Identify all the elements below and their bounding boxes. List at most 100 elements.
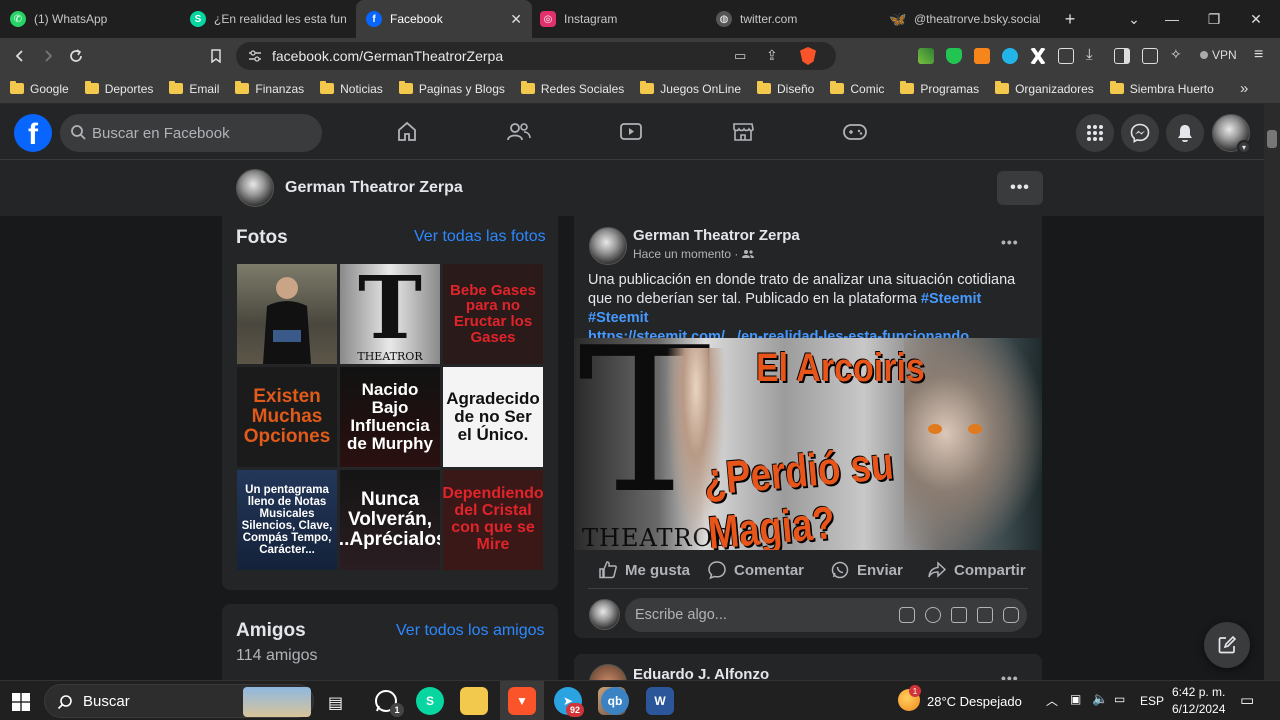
bookmark-programas[interactable]: Programas <box>900 81 979 96</box>
photo-thumbnail[interactable] <box>237 264 337 364</box>
back-button[interactable] <box>8 44 32 68</box>
tab-steemit[interactable]: S ¿En realidad les esta funcio <box>180 0 356 38</box>
reload-button[interactable] <box>64 44 88 68</box>
see-all-photos-link[interactable]: Ver todas las fotos <box>414 228 546 246</box>
taskbar-word[interactable]: W <box>646 687 674 715</box>
facebook-search-input[interactable]: Buscar en Facebook <box>60 114 322 152</box>
tab-bluesky[interactable]: 🦋 @theatrorve.bsky.social <box>880 0 1050 38</box>
sidebar-icon[interactable] <box>1114 48 1130 64</box>
weather-text[interactable]: 28°C Despejado <box>927 694 1022 709</box>
download-icon[interactable]: ⤓ <box>1086 46 1093 63</box>
tab-facebook[interactable]: f Facebook ✕ <box>356 0 532 38</box>
taskbar-steemit[interactable]: S <box>416 687 444 715</box>
extension-chart-icon[interactable] <box>918 48 934 64</box>
profile-more-button[interactable]: ••• <box>997 171 1043 205</box>
task-view-icon[interactable]: ▤ <box>328 693 343 713</box>
bookmark-comic[interactable]: Comic <box>830 81 884 96</box>
bookmark-paginas[interactable]: Paginas y Blogs <box>398 81 505 96</box>
extensions-puzzle-icon[interactable] <box>1058 48 1074 64</box>
notifications-button[interactable] <box>1166 114 1204 152</box>
menu-icon[interactable]: ≡ <box>1254 46 1263 64</box>
page-scrollbar[interactable] <box>1264 104 1280 680</box>
nav-gaming[interactable] <box>841 118 869 146</box>
bookmark-button[interactable] <box>204 44 228 68</box>
bookmark-redes[interactable]: Redes Sociales <box>520 81 624 96</box>
bookmarks-overflow-button[interactable]: » <box>1240 80 1248 97</box>
bookmark-organizadores[interactable]: Organizadores <box>995 81 1094 96</box>
new-tab-button[interactable]: + <box>1050 0 1090 38</box>
share-button[interactable]: Compartir <box>927 560 1026 580</box>
vpn-button[interactable]: VPN <box>1200 48 1237 62</box>
nav-marketplace[interactable] <box>729 118 757 146</box>
photo-thumbnail[interactable]: T THEATROR <box>340 264 440 364</box>
bookmark-siembra[interactable]: Siembra Huerto <box>1109 81 1214 96</box>
minimize-button[interactable]: — <box>1152 0 1192 38</box>
avatar-sticker-icon[interactable] <box>899 607 915 623</box>
network-icon[interactable]: ▭ <box>1114 692 1125 706</box>
send-button[interactable]: Enviar <box>830 560 903 580</box>
close-icon[interactable]: ✕ <box>510 11 522 28</box>
clock-time[interactable]: 6:42 p. m. <box>1172 685 1225 699</box>
post-author-avatar[interactable] <box>589 227 627 265</box>
comment-button[interactable]: Comentar <box>707 560 804 580</box>
extension-s-icon[interactable] <box>1002 48 1018 64</box>
start-button[interactable] <box>12 693 30 716</box>
taskbar-qbittorrent[interactable]: qb <box>601 687 629 715</box>
taskbar-brave[interactable]: ▼ <box>508 687 536 715</box>
post-timestamp[interactable]: Hace un momento · <box>633 247 754 261</box>
post-author-name[interactable]: German Theatror Zerpa <box>633 227 800 244</box>
bookmark-google[interactable]: Google <box>10 81 69 96</box>
bookmark-finanzas[interactable]: Finanzas <box>235 81 304 96</box>
metamask-icon[interactable] <box>974 48 990 64</box>
photo-thumbnail[interactable]: Existen Muchas Opciones <box>237 367 337 467</box>
like-button[interactable]: Me gusta <box>598 560 690 580</box>
wallet-icon[interactable] <box>1142 48 1158 64</box>
post-link-image[interactable]: T THEATROR El Arcoiris ¿Perdió su Magia? <box>574 338 1042 550</box>
nav-video[interactable] <box>617 118 645 146</box>
taskbar-telegram[interactable]: ➤ 92 <box>554 687 584 717</box>
tab-whatsapp[interactable]: ✆ (1) WhatsApp <box>0 0 176 38</box>
clock-date[interactable]: 6/12/2024 <box>1172 702 1225 716</box>
taskbar-file-explorer[interactable] <box>460 687 488 715</box>
menu-grid-button[interactable] <box>1076 114 1114 152</box>
bookmark-juegos[interactable]: Juegos OnLine <box>640 81 741 96</box>
emoji-icon[interactable] <box>925 607 941 623</box>
camera-icon[interactable] <box>951 607 967 623</box>
brave-shields-icon[interactable] <box>800 47 816 65</box>
taskbar-whatsapp[interactable]: 1 <box>372 687 404 717</box>
photo-thumbnail[interactable]: Nacido Bajo Influencia de Murphy <box>340 367 440 467</box>
photo-thumbnail[interactable]: Bebe Gases para no Eructar los Gases <box>443 264 543 364</box>
tab-instagram[interactable]: ◎ Instagram <box>530 0 706 38</box>
new-message-button[interactable] <box>1204 622 1250 668</box>
tray-device-icon[interactable]: ▣ <box>1070 692 1081 706</box>
tab-twitter[interactable]: ◍ twitter.com <box>706 0 882 38</box>
extension-x-icon[interactable] <box>1030 48 1046 64</box>
hashtag-link[interactable]: #Steemit <box>921 291 981 307</box>
chevron-down-icon[interactable]: ⌄ <box>1114 0 1154 38</box>
messenger-button[interactable] <box>1121 114 1159 152</box>
taskbar-search[interactable]: Buscar <box>44 684 314 718</box>
notification-center-icon[interactable]: ▭ <box>1240 691 1254 709</box>
profile-name[interactable]: German Theatror Zerpa <box>285 179 463 197</box>
bookmark-diseno[interactable]: Diseño <box>757 81 814 96</box>
shield-icon[interactable] <box>946 48 962 64</box>
volume-icon[interactable]: 🔈 <box>1092 691 1108 707</box>
address-bar[interactable]: facebook.com/GermanTheatrorZerpa ▭ ⇪ <box>236 42 836 70</box>
tray-chevron-up-icon[interactable]: ︿ <box>1046 692 1058 709</box>
see-all-friends-link[interactable]: Ver todos los amigos <box>396 622 545 640</box>
scrollbar-thumb[interactable] <box>1267 130 1277 148</box>
nav-friends[interactable] <box>505 118 533 146</box>
photo-thumbnail[interactable]: Nunca Volverán, ...Aprécialos <box>340 470 440 570</box>
bookmark-deportes[interactable]: Deportes <box>84 81 153 96</box>
forward-button[interactable] <box>36 44 60 68</box>
comment-input[interactable]: Escribe algo... <box>625 598 1027 632</box>
facebook-logo[interactable]: f <box>14 114 52 152</box>
leo-ai-icon[interactable]: ✧ <box>1170 46 1182 63</box>
restore-button[interactable]: ❐ <box>1194 0 1234 38</box>
photo-thumbnail[interactable]: Dependiendo del Cristal con que se Mire <box>443 470 543 570</box>
post-options-button[interactable]: ••• <box>1001 234 1019 250</box>
photo-thumbnail[interactable]: Agradecido de no Ser el Único. <box>443 367 543 467</box>
share-icon[interactable]: ⇪ <box>766 47 778 64</box>
profile-avatar[interactable] <box>236 169 274 207</box>
window-close-button[interactable]: ✕ <box>1236 0 1276 38</box>
